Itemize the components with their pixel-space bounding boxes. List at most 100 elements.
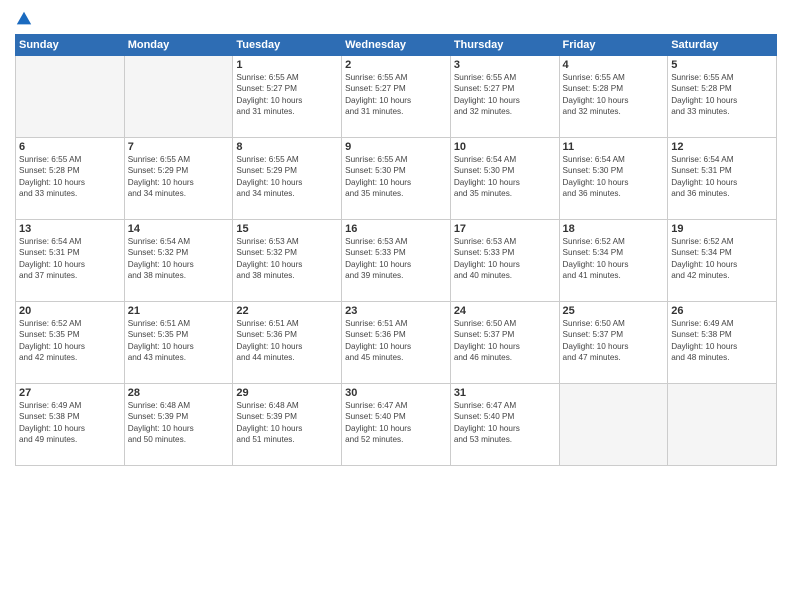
day-info: Sunrise: 6:49 AM Sunset: 5:38 PM Dayligh… (671, 318, 773, 364)
calendar-cell: 30Sunrise: 6:47 AM Sunset: 5:40 PM Dayli… (342, 384, 451, 466)
calendar-cell: 31Sunrise: 6:47 AM Sunset: 5:40 PM Dayli… (450, 384, 559, 466)
day-info: Sunrise: 6:54 AM Sunset: 5:32 PM Dayligh… (128, 236, 230, 282)
week-row-0: 1Sunrise: 6:55 AM Sunset: 5:27 PM Daylig… (16, 56, 777, 138)
day-number: 9 (345, 141, 447, 153)
day-number: 19 (671, 223, 773, 235)
calendar-cell: 19Sunrise: 6:52 AM Sunset: 5:34 PM Dayli… (668, 220, 777, 302)
week-row-2: 13Sunrise: 6:54 AM Sunset: 5:31 PM Dayli… (16, 220, 777, 302)
calendar-cell: 20Sunrise: 6:52 AM Sunset: 5:35 PM Dayli… (16, 302, 125, 384)
day-number: 6 (19, 141, 121, 153)
calendar-cell: 24Sunrise: 6:50 AM Sunset: 5:37 PM Dayli… (450, 302, 559, 384)
calendar-cell: 1Sunrise: 6:55 AM Sunset: 5:27 PM Daylig… (233, 56, 342, 138)
calendar-cell: 23Sunrise: 6:51 AM Sunset: 5:36 PM Dayli… (342, 302, 451, 384)
day-info: Sunrise: 6:49 AM Sunset: 5:38 PM Dayligh… (19, 400, 121, 446)
calendar-cell: 22Sunrise: 6:51 AM Sunset: 5:36 PM Dayli… (233, 302, 342, 384)
day-info: Sunrise: 6:47 AM Sunset: 5:40 PM Dayligh… (345, 400, 447, 446)
calendar-cell: 16Sunrise: 6:53 AM Sunset: 5:33 PM Dayli… (342, 220, 451, 302)
calendar-cell: 10Sunrise: 6:54 AM Sunset: 5:30 PM Dayli… (450, 138, 559, 220)
day-info: Sunrise: 6:54 AM Sunset: 5:30 PM Dayligh… (454, 154, 556, 200)
day-number: 7 (128, 141, 230, 153)
calendar-cell: 8Sunrise: 6:55 AM Sunset: 5:29 PM Daylig… (233, 138, 342, 220)
calendar-cell: 28Sunrise: 6:48 AM Sunset: 5:39 PM Dayli… (124, 384, 233, 466)
day-header-wednesday: Wednesday (342, 35, 451, 56)
day-number: 21 (128, 305, 230, 317)
day-info: Sunrise: 6:50 AM Sunset: 5:37 PM Dayligh… (563, 318, 665, 364)
day-info: Sunrise: 6:52 AM Sunset: 5:34 PM Dayligh… (671, 236, 773, 282)
calendar-cell: 27Sunrise: 6:49 AM Sunset: 5:38 PM Dayli… (16, 384, 125, 466)
day-info: Sunrise: 6:48 AM Sunset: 5:39 PM Dayligh… (128, 400, 230, 446)
day-number: 5 (671, 59, 773, 71)
day-number: 30 (345, 387, 447, 399)
day-number: 22 (236, 305, 338, 317)
logo-icon (15, 10, 33, 28)
calendar: SundayMondayTuesdayWednesdayThursdayFrid… (15, 34, 777, 466)
day-info: Sunrise: 6:53 AM Sunset: 5:33 PM Dayligh… (345, 236, 447, 282)
day-number: 25 (563, 305, 665, 317)
calendar-cell: 2Sunrise: 6:55 AM Sunset: 5:27 PM Daylig… (342, 56, 451, 138)
header-row: SundayMondayTuesdayWednesdayThursdayFrid… (16, 35, 777, 56)
day-info: Sunrise: 6:55 AM Sunset: 5:28 PM Dayligh… (19, 154, 121, 200)
day-number: 11 (563, 141, 665, 153)
day-info: Sunrise: 6:51 AM Sunset: 5:36 PM Dayligh… (236, 318, 338, 364)
day-number: 20 (19, 305, 121, 317)
day-header-saturday: Saturday (668, 35, 777, 56)
calendar-cell: 29Sunrise: 6:48 AM Sunset: 5:39 PM Dayli… (233, 384, 342, 466)
day-number: 4 (563, 59, 665, 71)
day-number: 8 (236, 141, 338, 153)
calendar-header: SundayMondayTuesdayWednesdayThursdayFrid… (16, 35, 777, 56)
day-number: 10 (454, 141, 556, 153)
week-row-3: 20Sunrise: 6:52 AM Sunset: 5:35 PM Dayli… (16, 302, 777, 384)
day-info: Sunrise: 6:55 AM Sunset: 5:28 PM Dayligh… (671, 72, 773, 118)
calendar-cell: 25Sunrise: 6:50 AM Sunset: 5:37 PM Dayli… (559, 302, 668, 384)
day-number: 28 (128, 387, 230, 399)
day-info: Sunrise: 6:47 AM Sunset: 5:40 PM Dayligh… (454, 400, 556, 446)
day-number: 14 (128, 223, 230, 235)
day-number: 17 (454, 223, 556, 235)
calendar-cell (124, 56, 233, 138)
day-info: Sunrise: 6:55 AM Sunset: 5:27 PM Dayligh… (345, 72, 447, 118)
day-header-sunday: Sunday (16, 35, 125, 56)
calendar-cell: 12Sunrise: 6:54 AM Sunset: 5:31 PM Dayli… (668, 138, 777, 220)
day-info: Sunrise: 6:52 AM Sunset: 5:34 PM Dayligh… (563, 236, 665, 282)
day-info: Sunrise: 6:51 AM Sunset: 5:35 PM Dayligh… (128, 318, 230, 364)
calendar-cell: 26Sunrise: 6:49 AM Sunset: 5:38 PM Dayli… (668, 302, 777, 384)
header (15, 10, 777, 28)
day-info: Sunrise: 6:55 AM Sunset: 5:29 PM Dayligh… (236, 154, 338, 200)
day-info: Sunrise: 6:54 AM Sunset: 5:31 PM Dayligh… (19, 236, 121, 282)
day-info: Sunrise: 6:55 AM Sunset: 5:27 PM Dayligh… (236, 72, 338, 118)
calendar-cell: 3Sunrise: 6:55 AM Sunset: 5:27 PM Daylig… (450, 56, 559, 138)
day-info: Sunrise: 6:53 AM Sunset: 5:33 PM Dayligh… (454, 236, 556, 282)
calendar-cell: 17Sunrise: 6:53 AM Sunset: 5:33 PM Dayli… (450, 220, 559, 302)
week-row-1: 6Sunrise: 6:55 AM Sunset: 5:28 PM Daylig… (16, 138, 777, 220)
calendar-cell: 6Sunrise: 6:55 AM Sunset: 5:28 PM Daylig… (16, 138, 125, 220)
calendar-cell: 5Sunrise: 6:55 AM Sunset: 5:28 PM Daylig… (668, 56, 777, 138)
day-info: Sunrise: 6:53 AM Sunset: 5:32 PM Dayligh… (236, 236, 338, 282)
day-number: 13 (19, 223, 121, 235)
day-info: Sunrise: 6:54 AM Sunset: 5:31 PM Dayligh… (671, 154, 773, 200)
day-number: 1 (236, 59, 338, 71)
week-row-4: 27Sunrise: 6:49 AM Sunset: 5:38 PM Dayli… (16, 384, 777, 466)
calendar-cell (559, 384, 668, 466)
day-number: 24 (454, 305, 556, 317)
calendar-cell: 9Sunrise: 6:55 AM Sunset: 5:30 PM Daylig… (342, 138, 451, 220)
calendar-cell: 7Sunrise: 6:55 AM Sunset: 5:29 PM Daylig… (124, 138, 233, 220)
calendar-cell: 15Sunrise: 6:53 AM Sunset: 5:32 PM Dayli… (233, 220, 342, 302)
day-header-friday: Friday (559, 35, 668, 56)
day-info: Sunrise: 6:50 AM Sunset: 5:37 PM Dayligh… (454, 318, 556, 364)
day-info: Sunrise: 6:55 AM Sunset: 5:30 PM Dayligh… (345, 154, 447, 200)
calendar-cell: 21Sunrise: 6:51 AM Sunset: 5:35 PM Dayli… (124, 302, 233, 384)
calendar-cell: 4Sunrise: 6:55 AM Sunset: 5:28 PM Daylig… (559, 56, 668, 138)
calendar-cell: 13Sunrise: 6:54 AM Sunset: 5:31 PM Dayli… (16, 220, 125, 302)
logo (15, 10, 37, 28)
day-number: 23 (345, 305, 447, 317)
day-number: 31 (454, 387, 556, 399)
day-number: 15 (236, 223, 338, 235)
day-info: Sunrise: 6:55 AM Sunset: 5:28 PM Dayligh… (563, 72, 665, 118)
day-info: Sunrise: 6:52 AM Sunset: 5:35 PM Dayligh… (19, 318, 121, 364)
calendar-cell (668, 384, 777, 466)
day-info: Sunrise: 6:48 AM Sunset: 5:39 PM Dayligh… (236, 400, 338, 446)
day-number: 27 (19, 387, 121, 399)
day-header-monday: Monday (124, 35, 233, 56)
day-number: 18 (563, 223, 665, 235)
calendar-body: 1Sunrise: 6:55 AM Sunset: 5:27 PM Daylig… (16, 56, 777, 466)
